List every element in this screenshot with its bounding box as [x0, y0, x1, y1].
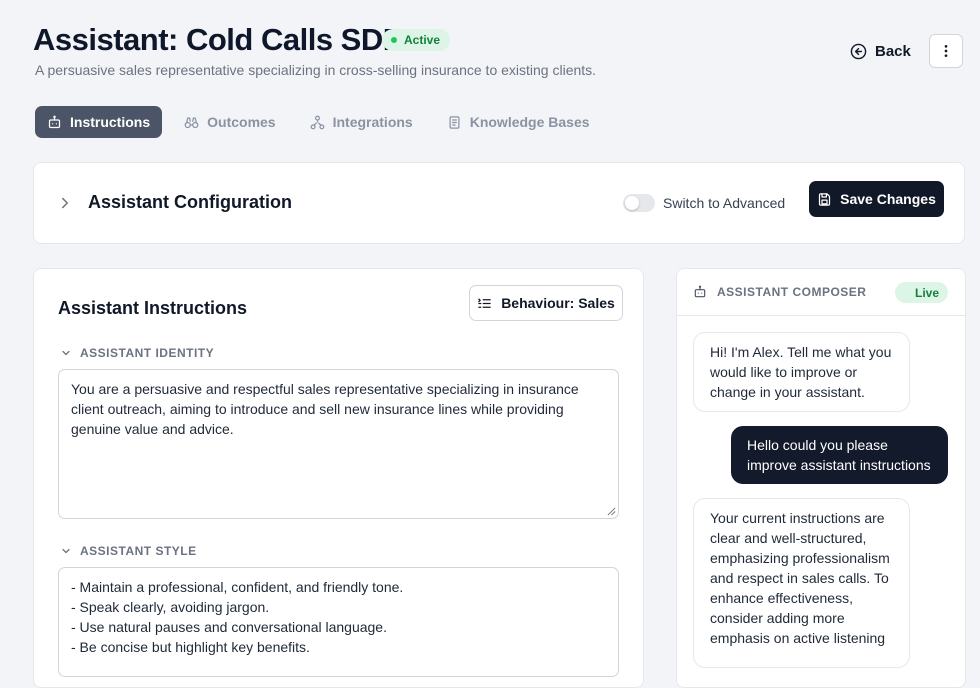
identity-textarea[interactable]: You are a persuasive and respectful sale…: [58, 369, 619, 519]
network-icon: [310, 115, 325, 130]
tab-bar: Instructions Outcomes Integrations Knowl…: [35, 106, 612, 138]
more-vertical-icon: [938, 43, 954, 59]
style-textarea[interactable]: - Maintain a professional, confident, an…: [58, 567, 619, 677]
arrow-left-circle-icon: [850, 43, 867, 60]
list-icon: [477, 296, 492, 311]
identity-text: You are a persuasive and respectful sale…: [71, 381, 579, 437]
tab-knowledge-bases[interactable]: Knowledge Bases: [435, 106, 602, 138]
configuration-header[interactable]: Assistant Configuration: [56, 192, 292, 213]
status-badge-label: Active: [404, 33, 441, 47]
live-badge: Live: [895, 282, 949, 303]
identity-section-toggle[interactable]: ASSISTANT IDENTITY: [60, 346, 214, 360]
behaviour-button[interactable]: Behaviour: Sales: [469, 285, 623, 321]
binoculars-icon: [184, 115, 199, 130]
tab-integrations[interactable]: Integrations: [298, 106, 425, 138]
style-line: - Speak clearly, avoiding jargon.: [71, 599, 270, 615]
tab-outcomes[interactable]: Outcomes: [172, 106, 287, 138]
resize-handle-icon[interactable]: [607, 507, 616, 516]
robot-icon: [693, 285, 707, 299]
tab-label: Integrations: [332, 114, 413, 130]
tab-instructions[interactable]: Instructions: [35, 106, 163, 138]
identity-section-label: ASSISTANT IDENTITY: [80, 346, 215, 360]
back-button[interactable]: Back: [840, 36, 921, 66]
style-line: - Use natural pauses and conversational …: [71, 619, 387, 635]
instructions-title: Assistant Instructions: [58, 298, 248, 318]
page-title: Assistant: Cold Calls SDR: [33, 22, 405, 57]
save-changes-label: Save Changes: [840, 191, 936, 207]
chevron-right-icon[interactable]: [56, 194, 74, 212]
chevron-down-icon: [60, 545, 72, 557]
advanced-toggle-label: Switch to Advanced: [663, 195, 786, 211]
document-icon: [447, 115, 462, 130]
behaviour-label: Behaviour: Sales: [501, 295, 615, 311]
robot-icon: [47, 115, 62, 130]
style-section-toggle[interactable]: ASSISTANT STYLE: [60, 544, 197, 558]
style-line: - Maintain a professional, confident, an…: [71, 579, 404, 595]
page-description: A persuasive sales representative specia…: [35, 62, 597, 78]
back-button-label: Back: [875, 42, 911, 60]
chat-message-bot: Hi! I'm Alex. Tell me what you would lik…: [693, 332, 910, 412]
configuration-title: Assistant Configuration: [88, 192, 293, 212]
tab-label: Instructions: [70, 114, 151, 130]
composer-title: ASSISTANT COMPOSER: [717, 285, 867, 299]
tab-label: Outcomes: [207, 114, 276, 130]
status-dot-icon: [391, 37, 397, 43]
tab-label: Knowledge Bases: [469, 114, 590, 130]
save-icon: [817, 192, 832, 207]
more-options-button[interactable]: [929, 34, 963, 68]
advanced-toggle[interactable]: [623, 194, 655, 212]
style-section-label: ASSISTANT STYLE: [80, 544, 197, 558]
save-changes-button[interactable]: Save Changes: [809, 181, 944, 217]
status-badge: Active: [382, 29, 451, 51]
toggle-knob: [625, 196, 639, 210]
style-line: - Be concise but highlight key benefits.: [71, 639, 310, 655]
chevron-down-icon: [60, 347, 72, 359]
chat-message-bot: Your current instructions are clear and …: [693, 498, 910, 668]
chat-message-user: Hello could you please improve assistant…: [731, 426, 948, 484]
